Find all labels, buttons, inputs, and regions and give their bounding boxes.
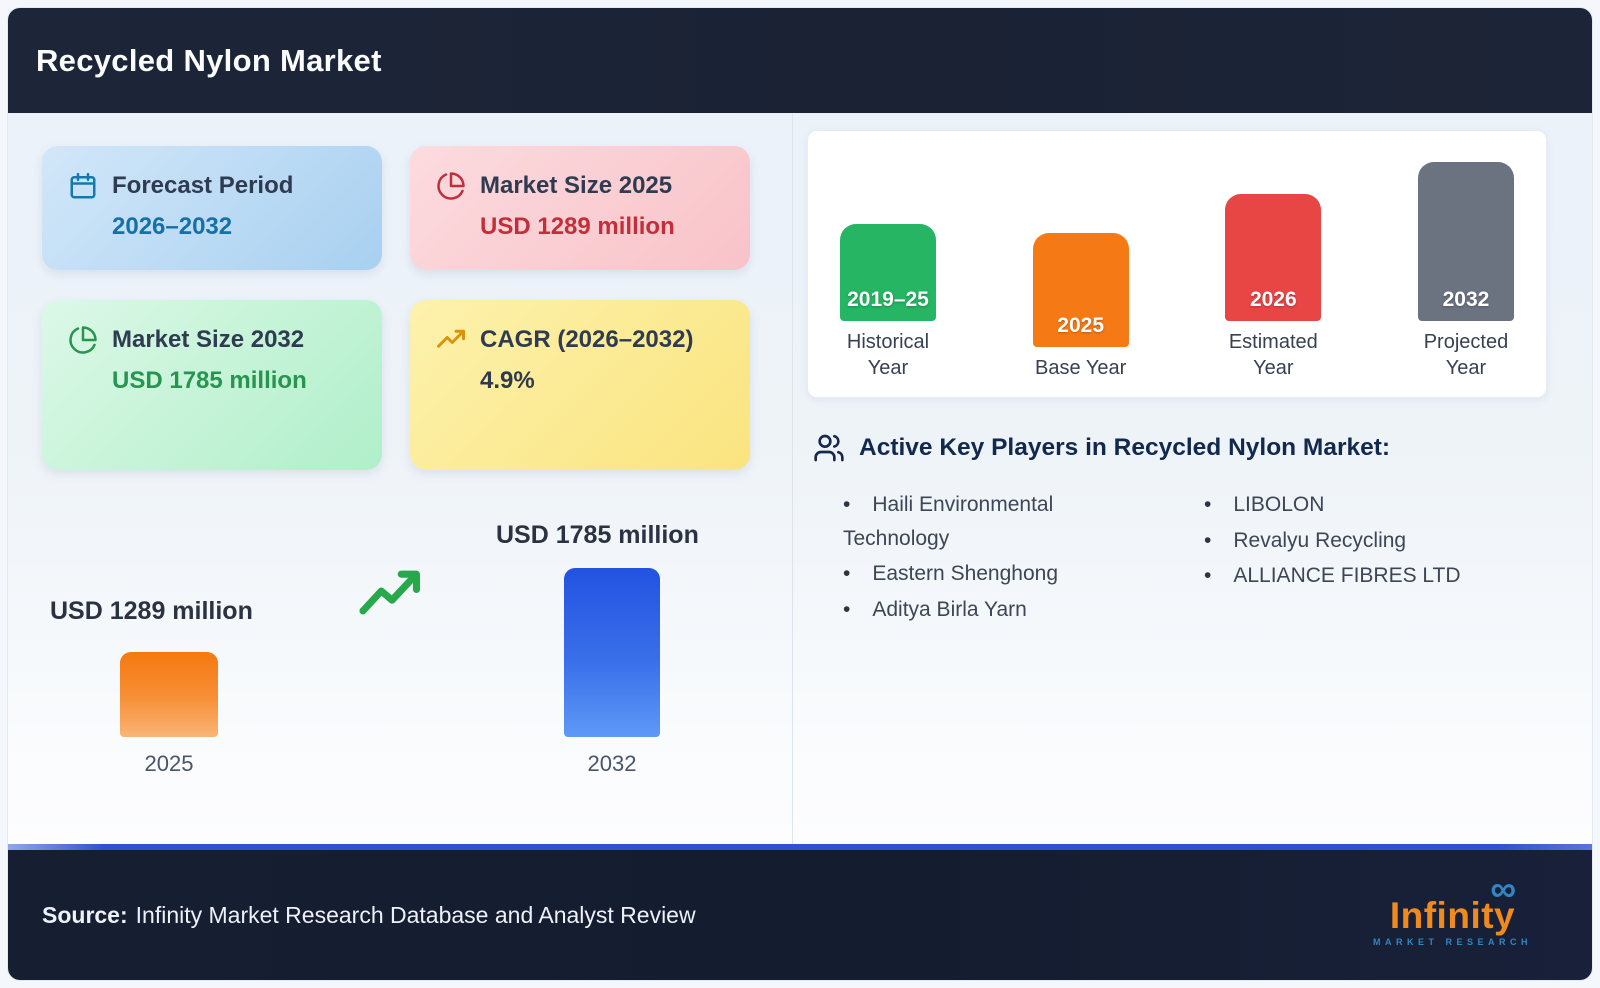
player-name: Eastern Shenghong [872, 562, 1059, 586]
pie-chart-icon [437, 172, 465, 200]
key-players-column-1: Haili Environmental Technology Eastern S… [843, 488, 1148, 628]
timeline-col-base: 2025 Base Year [1032, 233, 1129, 381]
market-size-2032-card: Market Size 2032 USD 1785 million [42, 300, 382, 470]
timeline-bar-year: 2025 [1057, 314, 1105, 337]
page-title: Recycled Nylon Market [36, 42, 382, 78]
right-panel: 2019–25 Historical Year 2025 Base Year 2… [792, 113, 1592, 844]
list-item: Revalyu Recycling [1204, 524, 1534, 558]
timeline-bar-year: 2026 [1249, 288, 1297, 311]
header-bar: Recycled Nylon Market [8, 8, 1592, 113]
timeline-chart-card: 2019–25 Historical Year 2025 Base Year 2… [807, 130, 1547, 398]
pie-chart-icon [69, 326, 97, 354]
timeline-col-estimated: 2026 Estimated Year [1225, 194, 1322, 381]
bar-2032 [564, 568, 660, 737]
player-name: ALLIANCE FIBRES LTD [1233, 564, 1461, 588]
footer-bar: Source: Infinity Market Research Database… [8, 850, 1592, 980]
timeline-bar-projected: 2032 [1417, 162, 1514, 321]
infographic-frame: Recycled Nylon Market Forecast Period 20… [8, 8, 1592, 980]
card-head: Forecast Period [68, 170, 358, 202]
card-head: CAGR (2026–2032) [436, 324, 726, 356]
player-name: Aditya Birla Yarn [872, 597, 1027, 621]
list-item: ALLIANCE FIBRES LTD [1204, 559, 1534, 593]
timeline-caption: Estimated Year [1228, 331, 1318, 379]
timeline-bar-historical: 2019–25 [840, 224, 936, 321]
bar-axis-label-2032: 2032 [587, 751, 637, 776]
list-item: Eastern Shenghong [843, 557, 1148, 591]
calendar-icon [70, 172, 96, 199]
market-size-2025-card: Market Size 2025 USD 1289 million [410, 146, 750, 270]
key-players-lists: Haili Environmental Technology Eastern S… [807, 488, 1546, 628]
source-note: Source: Infinity Market Research Database… [42, 902, 696, 929]
player-name: LIBOLON [1233, 493, 1325, 516]
infinity-logo-icon: ∞ [1490, 868, 1516, 909]
timeline-caption: Projected Year [1423, 331, 1509, 379]
stat-cards: Forecast Period 2026–2032 Market Size 20… [42, 146, 792, 470]
card-head: Market Size 2025 [436, 170, 726, 202]
card-value: USD 1785 million [112, 366, 307, 394]
list-item: LIBOLON [1204, 488, 1534, 522]
source-label: Source: [42, 901, 128, 928]
card-value: USD 1289 million [480, 212, 675, 240]
timeline-bar-estimated: 2026 [1225, 194, 1322, 321]
card-value: 4.9% [480, 366, 535, 394]
source-text: Infinity Market Research Database and An… [135, 901, 696, 928]
timeline-bar-year: 2032 [1442, 288, 1490, 311]
trending-up-icon [437, 329, 465, 348]
player-name: Haili Environmental Technology [843, 493, 1054, 550]
users-icon [814, 434, 844, 462]
timeline-col-projected: 2032 Projected Year [1417, 162, 1514, 381]
left-panel: Forecast Period 2026–2032 Market Size 20… [8, 113, 792, 844]
card-value: 2026–2032 [112, 212, 233, 240]
bar-value-label-2032: USD 1785 million [496, 521, 699, 549]
bar-axis-label-2025: 2025 [144, 751, 194, 776]
card-head: Market Size 2032 [68, 324, 358, 356]
timeline-col-historical: 2019–25 Historical Year [840, 224, 936, 381]
card-title: Forecast Period [112, 172, 294, 199]
list-item: Haili Environmental Technology [843, 488, 1148, 555]
cagr-card: CAGR (2026–2032) 4.9% [410, 300, 750, 470]
content-area: Forecast Period 2026–2032 Market Size 20… [8, 113, 1592, 844]
key-players-title: Active Key Players in Recycled Nylon Mar… [859, 434, 1391, 461]
forecast-period-card: Forecast Period 2026–2032 [42, 146, 382, 270]
bar-2025 [120, 652, 218, 737]
card-title: Market Size 2025 [480, 172, 673, 199]
card-title: Market Size 2032 [112, 326, 305, 353]
growth-arrow-icon [359, 570, 420, 615]
key-players-heading: Active Key Players in Recycled Nylon Mar… [813, 432, 1546, 464]
brand-logo: ∞ Infinity MARKET RESEARCH [1372, 871, 1532, 948]
timeline-caption: Base Year [1035, 357, 1127, 379]
card-title: CAGR (2026–2032) [480, 326, 694, 353]
timeline-bar-year: 2019–25 [847, 288, 929, 311]
player-name: Revalyu Recycling [1233, 528, 1407, 552]
key-players-column-2: LIBOLON Revalyu Recycling ALLIANCE FIBRE… [1204, 488, 1534, 628]
bar-value-label-2025: USD 1289 million [50, 597, 253, 625]
timeline-bar-base: 2025 [1032, 233, 1129, 347]
brand-subtitle: MARKET RESEARCH [1372, 937, 1532, 947]
list-item: Aditya Birla Yarn [843, 593, 1148, 627]
timeline-caption: Historical Year [846, 331, 930, 379]
